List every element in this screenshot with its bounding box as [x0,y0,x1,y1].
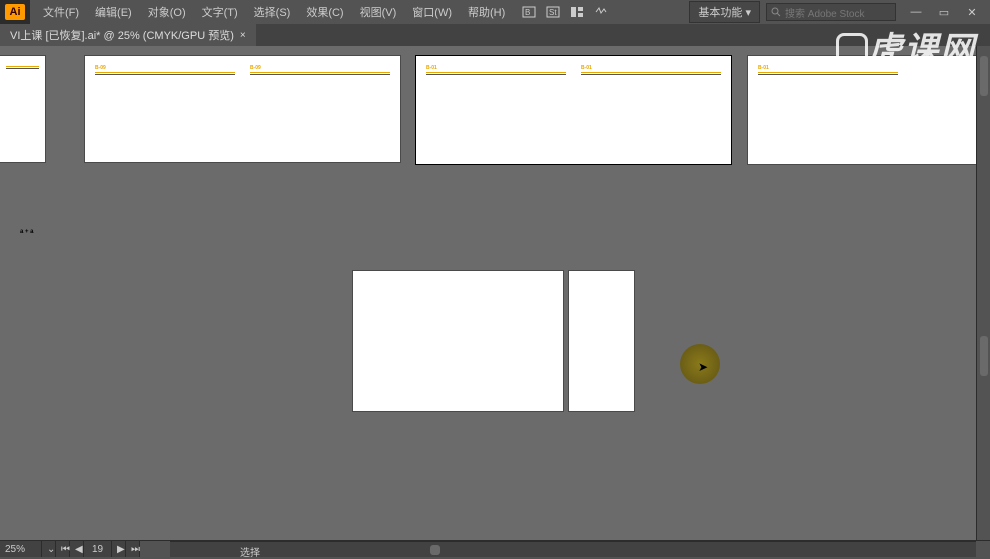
document-tab-bar: VI上课 [已恢复].ai* @ 25% (CMYK/GPU 预览) × [0,24,990,46]
panel-handle-1[interactable] [980,56,988,96]
menu-select[interactable]: 选择(S) [247,1,298,23]
bridge-icon[interactable]: B [522,5,536,19]
artboard-number[interactable]: 19 [84,541,112,557]
menu-type[interactable]: 文字(T) [195,1,245,23]
scroll-thumb-h[interactable] [430,545,440,555]
gpu-icon[interactable] [594,5,608,19]
maximize-button[interactable]: ▭ [930,2,958,22]
artboard-6[interactable] [569,271,634,411]
status-bar: 25% ⌄ ⏮ ◀ 19 ▶ ⏭ 选择 [0,540,990,557]
zoom-dropdown-icon[interactable]: ⌄ [42,541,56,557]
menu-bar: 文件(F) 编辑(E) 对象(O) 文字(T) 选择(S) 效果(C) 视图(V… [30,1,512,23]
tab-close-icon[interactable]: × [240,30,246,41]
nav-prev-button[interactable]: ◀ [70,541,84,557]
menu-view[interactable]: 视图(V) [353,1,404,23]
artboard-3-selected[interactable]: B-01 B-01 [416,56,731,164]
artboard-2[interactable]: B-09 B-09 [85,56,400,162]
artboard-5[interactable] [353,271,563,411]
artboard-1[interactable] [0,56,45,162]
ai-logo: Ai [5,4,25,20]
document-title: VI上课 [已恢复].ai* @ 25% (CMYK/GPU 预览) [10,27,234,43]
arrange-icon[interactable] [570,5,584,19]
search-input[interactable]: 搜索 Adobe Stock [766,3,896,21]
document-tab[interactable]: VI上课 [已恢复].ai* @ 25% (CMYK/GPU 预览) × [0,24,256,46]
artboard-4[interactable]: B-01 [748,56,976,164]
menu-help[interactable]: 帮助(H) [461,1,512,23]
app-icon: Ai [0,0,30,24]
search-icon [771,7,781,17]
menu-window[interactable]: 窗口(W) [405,1,459,23]
chevron-down-icon: ▾ [745,7,751,19]
menu-object[interactable]: 对象(O) [141,1,193,23]
zoom-level[interactable]: 25% [0,541,42,557]
svg-text:St: St [549,8,557,17]
panel-dock-right[interactable] [976,46,990,540]
menu-file[interactable]: 文件(F) [36,1,86,23]
menu-edit[interactable]: 编辑(E) [88,1,139,23]
nav-next-button[interactable]: ▶ [112,541,126,557]
minimize-button[interactable]: — [902,2,930,22]
panel-handle-2[interactable] [980,336,988,376]
stock-icon[interactable]: St [546,5,560,19]
close-button[interactable]: ✕ [958,2,986,22]
menu-effect[interactable]: 效果(C) [299,1,350,23]
horizontal-scrollbar[interactable]: 选择 [170,541,976,557]
svg-text:B: B [525,8,530,17]
workspace-label: 基本功能 [698,7,742,19]
canvas[interactable]: B-09 B-09 B-01 B-01 B-01 a + a ➤ [0,46,976,540]
cursor-icon: ➤ [698,360,708,374]
canvas-loose-text[interactable]: a + a [20,229,34,235]
search-placeholder: 搜索 Adobe Stock [785,5,864,20]
workspace-selector[interactable]: 基本功能 ▾ [689,1,760,23]
nav-first-button[interactable]: ⏮ [56,541,70,557]
nav-last-button[interactable]: ⏭ [126,541,140,557]
cursor-highlight-icon [680,344,720,384]
